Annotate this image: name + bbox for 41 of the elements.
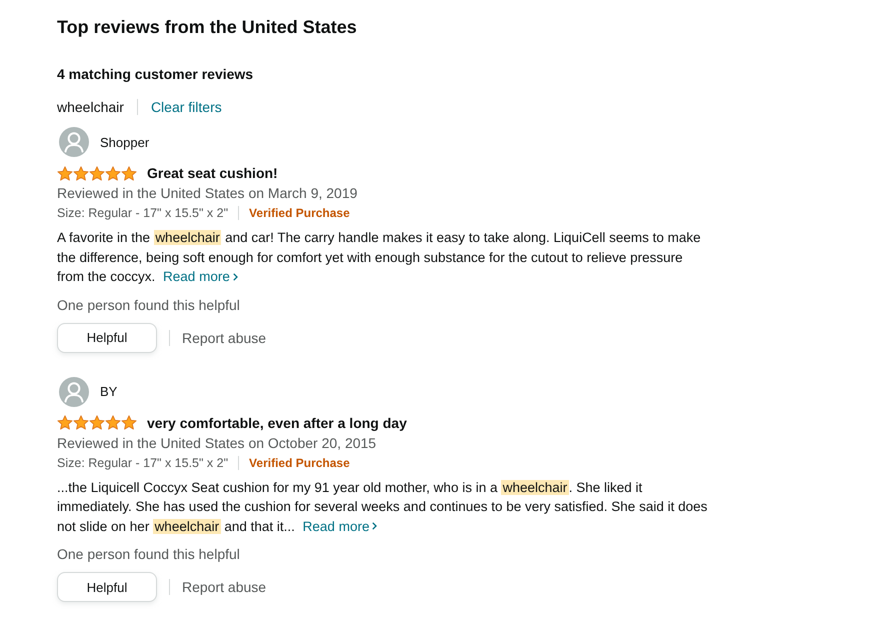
section-heading: Top reviews from the United States — [57, 16, 358, 39]
report-abuse-link[interactable]: Report abuse — [182, 330, 266, 346]
verified-purchase-label: Verified Purchase — [249, 454, 350, 472]
star-icon — [57, 166, 73, 180]
helpful-count: One person found this helpful — [57, 545, 241, 564]
star-icon — [73, 166, 89, 180]
star-icon — [73, 415, 89, 430]
star-icon — [57, 415, 73, 430]
review-count: 4 matching customer reviews — [57, 65, 254, 84]
helpful-button[interactable]: Helpful — [57, 572, 157, 602]
review-date: Reviewed in the United States on October 20, 2015 — [57, 434, 378, 452]
chevron-icon — [372, 522, 378, 530]
star-icon — [121, 166, 137, 180]
reviewer-name: BY — [100, 384, 118, 399]
search-term-highlight: wheelchair — [154, 230, 222, 245]
size-variant: Size: Regular - 17" x 15.5" x 2" — [57, 205, 228, 222]
star-icon — [89, 166, 105, 180]
clear-filters-link[interactable]: Clear filters — [150, 97, 222, 117]
review-title: very comfortable, even after a long day — [147, 414, 407, 430]
size-variant: Size: Regular - 17" x 15.5" x 2" — [57, 454, 228, 472]
review-text: ...the Liquicell Coccyx Seat cushion for my 91 year old mother, who is in a wheelchair. She liked it immediately. She has used the cushion for several weeks and continues to be very satisfied. She said it does not slide on her wheelchair and that it... Read more — [57, 478, 713, 536]
report-abuse-link[interactable]: Report abuse — [182, 579, 266, 595]
star-icon — [105, 166, 121, 180]
chevron-icon — [232, 272, 238, 281]
helpful-count: One person found this helpful — [57, 296, 241, 314]
search-term-highlight: wheelchair — [501, 480, 569, 494]
avatar-icon — [59, 376, 89, 406]
read-more-link[interactable]: Read more — [163, 267, 238, 286]
review-title: Great seat cushion! — [147, 165, 278, 181]
helpful-button[interactable]: Helpful — [57, 322, 157, 352]
verified-purchase-label: Verified Purchase — [249, 205, 350, 222]
filter-term: wheelchair — [57, 98, 124, 117]
search-term-highlight: wheelchair — [153, 518, 221, 534]
avatar-icon — [59, 127, 89, 157]
star-icon — [121, 415, 137, 430]
star-icon — [89, 415, 105, 430]
reviewer-name: Shopper — [100, 134, 150, 150]
review-text: A favorite in the wheelchair and car! The carry handle makes it easy to take along. LiquiCell seems to make the difference, being soft enough for comfort yet with enough substance for the cutout to relieve pressure from the coccyx. Read more — [57, 228, 713, 286]
star-icon — [105, 415, 121, 430]
review-date: Reviewed in the United States on March 9, 2019 — [57, 184, 358, 203]
read-more-link[interactable]: Read more — [302, 516, 378, 536]
